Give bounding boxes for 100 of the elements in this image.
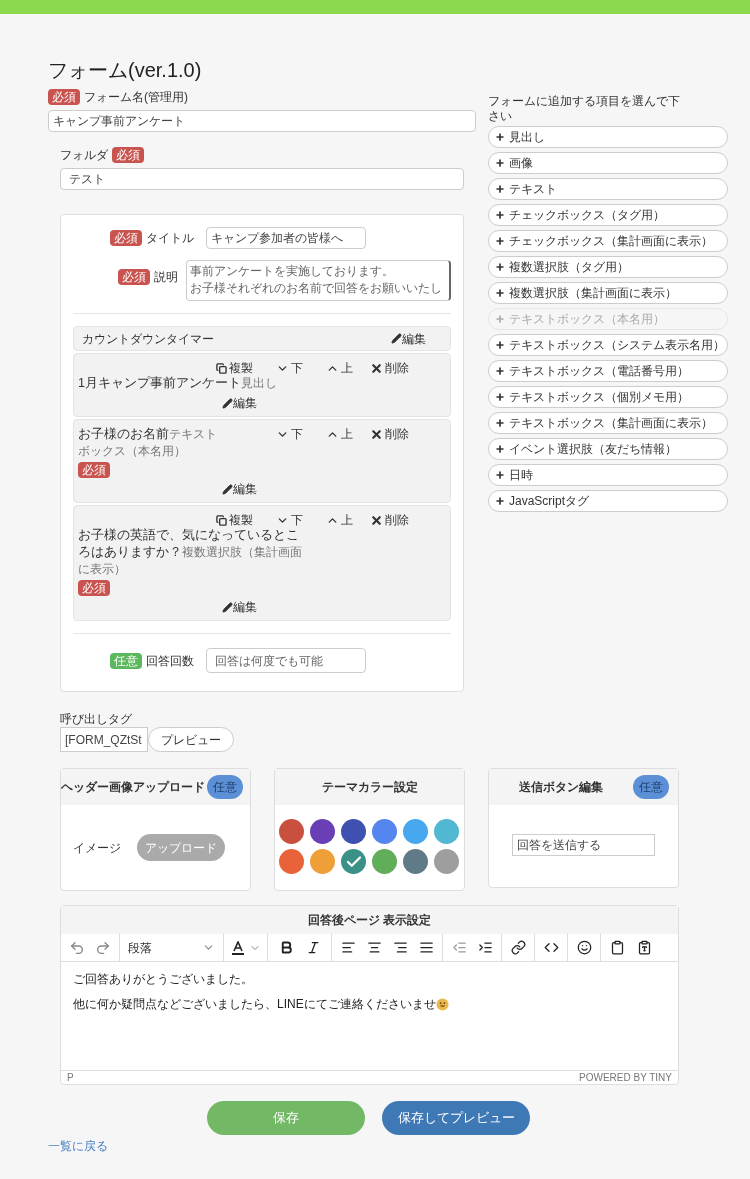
- move-up-button[interactable]: 上: [326, 425, 353, 443]
- delete-button[interactable]: 削除: [370, 425, 409, 443]
- pencil-icon: [391, 333, 402, 344]
- plus-icon: [495, 158, 505, 168]
- duplicate-button[interactable]: 複製: [216, 511, 253, 529]
- add-item-button[interactable]: JavaScriptタグ: [488, 490, 728, 512]
- field-label: フォルダ: [60, 147, 108, 164]
- required-badge: 必須: [112, 147, 144, 163]
- plus-icon: [495, 262, 505, 272]
- plus-icon: [495, 392, 505, 402]
- item-title-with-type: 1月キャンプ事前アンケート 見出し: [78, 375, 278, 392]
- folder-field[interactable]: テスト: [60, 168, 464, 190]
- plus-icon: [495, 470, 505, 480]
- italic-icon: [305, 940, 321, 955]
- redo-icon: [95, 939, 111, 956]
- editor-title: 回答後ページ 表示設定: [307, 912, 432, 929]
- description-field[interactable]: 事前アンケートを実施しております。 お子様それぞれのお名前で回答をお願いいたし: [186, 260, 451, 301]
- clipboard-text-icon: [636, 940, 652, 955]
- answer-count-field[interactable]: 回答は何度でも可能: [206, 648, 366, 673]
- color-swatch[interactable]: [372, 819, 398, 844]
- color-swatch[interactable]: [341, 849, 367, 874]
- element-path: P: [67, 1071, 74, 1085]
- add-item-button[interactable]: 画像: [488, 152, 728, 174]
- item-title-with-type: お子様のお名前テキストボックス（本名用）: [78, 426, 218, 460]
- add-item-button[interactable]: チェックボックス（集計画面に表示）: [488, 230, 728, 252]
- copy-icon: [216, 514, 227, 526]
- call-tag-field[interactable]: [FORM_QZtSt: [60, 727, 148, 752]
- move-down-button[interactable]: 下: [276, 359, 303, 377]
- preview-button[interactable]: プレビュー: [148, 727, 234, 752]
- move-down-button[interactable]: 下: [276, 425, 303, 443]
- color-swatch[interactable]: [279, 849, 304, 874]
- add-item-button[interactable]: テキストボックス（電話番号用）: [488, 360, 728, 382]
- form-name-field[interactable]: キャンプ事前アンケート: [48, 110, 476, 132]
- color-swatch[interactable]: [434, 849, 460, 874]
- align-left-icon: [340, 940, 356, 955]
- back-link[interactable]: 一覧に戻る: [48, 1137, 108, 1155]
- required-badge: 必須: [48, 89, 80, 105]
- move-up-button[interactable]: 上: [326, 359, 353, 377]
- align-center-icon: [366, 940, 382, 955]
- plus-icon: [495, 132, 505, 142]
- justify-icon: [418, 940, 434, 955]
- add-item-button[interactable]: テキスト: [488, 178, 728, 200]
- duplicate-button[interactable]: 複製: [216, 359, 253, 377]
- add-item-button[interactable]: チェックボックス（タグ用）: [488, 204, 728, 226]
- optional-badge: 任意: [633, 775, 669, 799]
- edit-button[interactable]: 編集: [222, 598, 257, 616]
- color-swatch[interactable]: [279, 819, 304, 844]
- color-swatch[interactable]: [310, 819, 336, 844]
- editor-paragraph: ご回答ありがとうございました。: [73, 972, 253, 987]
- pencil-icon: [222, 397, 233, 409]
- add-item-button[interactable]: イベント選択肢（友だち情報）: [488, 438, 728, 460]
- color-swatch[interactable]: [434, 819, 460, 844]
- edit-button[interactable]: 編集: [391, 329, 426, 348]
- add-item-button[interactable]: テキストボックス（システム表示名用）: [488, 334, 728, 356]
- move-down-button[interactable]: 下: [276, 511, 303, 529]
- color-swatch[interactable]: [403, 819, 429, 844]
- copy-icon: [216, 362, 227, 374]
- save-and-preview-button[interactable]: 保存してプレビュー: [382, 1101, 530, 1135]
- field-label: フォーム名(管理用): [84, 89, 188, 106]
- edit-button[interactable]: 編集: [222, 394, 257, 412]
- optional-badge: 任意: [207, 775, 243, 799]
- link-icon: [510, 940, 526, 955]
- add-item-button[interactable]: テキストボックス（個別メモ用）: [488, 386, 728, 408]
- block-format-dropdown[interactable]: 段落: [120, 934, 224, 961]
- color-swatch[interactable]: [341, 819, 367, 844]
- move-up-button[interactable]: 上: [326, 511, 353, 529]
- required-badge: 必須: [110, 230, 142, 246]
- align-right-icon: [392, 940, 408, 955]
- add-item-button[interactable]: 複数選択肢（集計画面に表示）: [488, 282, 728, 304]
- card-title: 送信ボタン編集: [519, 779, 603, 796]
- add-item-button[interactable]: 日時: [488, 464, 728, 486]
- color-swatch[interactable]: [403, 849, 429, 874]
- item-title-with-type: お子様の英語で、気になっているところはありますか？複数選択肢（集計画面に表示）: [78, 527, 303, 578]
- card-title: ヘッダー画像アップロード: [61, 779, 205, 796]
- add-item-button[interactable]: テキストボックス（集計画面に表示）: [488, 412, 728, 434]
- title-field[interactable]: キャンプ参加者の皆様へ: [206, 227, 366, 249]
- editor-paragraph: 他に何か疑問点などございましたら、LINEにてご連絡くださいませ: [73, 997, 436, 1012]
- indent-icon: [477, 940, 493, 955]
- branding-text: POWERED BY TINY: [579, 1071, 672, 1085]
- plus-icon: [495, 210, 505, 220]
- field-label: 呼び出しタグ: [60, 712, 132, 727]
- delete-button[interactable]: 削除: [370, 359, 409, 377]
- required-badge: 必須: [118, 269, 151, 285]
- add-item-button[interactable]: 複数選択肢（タグ用）: [488, 256, 728, 278]
- pencil-icon: [222, 483, 233, 495]
- close-icon: [370, 513, 383, 527]
- color-swatch[interactable]: [310, 849, 336, 874]
- smiley-icon: [435, 998, 449, 1011]
- edit-button[interactable]: 編集: [222, 480, 257, 498]
- outdent-icon: [451, 940, 467, 955]
- delete-button[interactable]: 削除: [370, 511, 409, 529]
- submit-label-field[interactable]: 回答を送信する: [512, 834, 655, 856]
- required-badge: 必須: [78, 462, 110, 478]
- color-swatch[interactable]: [372, 849, 398, 874]
- field-label: タイトル: [146, 230, 194, 247]
- clipboard-icon: [609, 940, 625, 955]
- add-item-button[interactable]: 見出し: [488, 126, 728, 148]
- required-badge: 必須: [78, 580, 110, 596]
- plus-icon: [495, 418, 505, 428]
- plus-icon: [495, 236, 505, 246]
